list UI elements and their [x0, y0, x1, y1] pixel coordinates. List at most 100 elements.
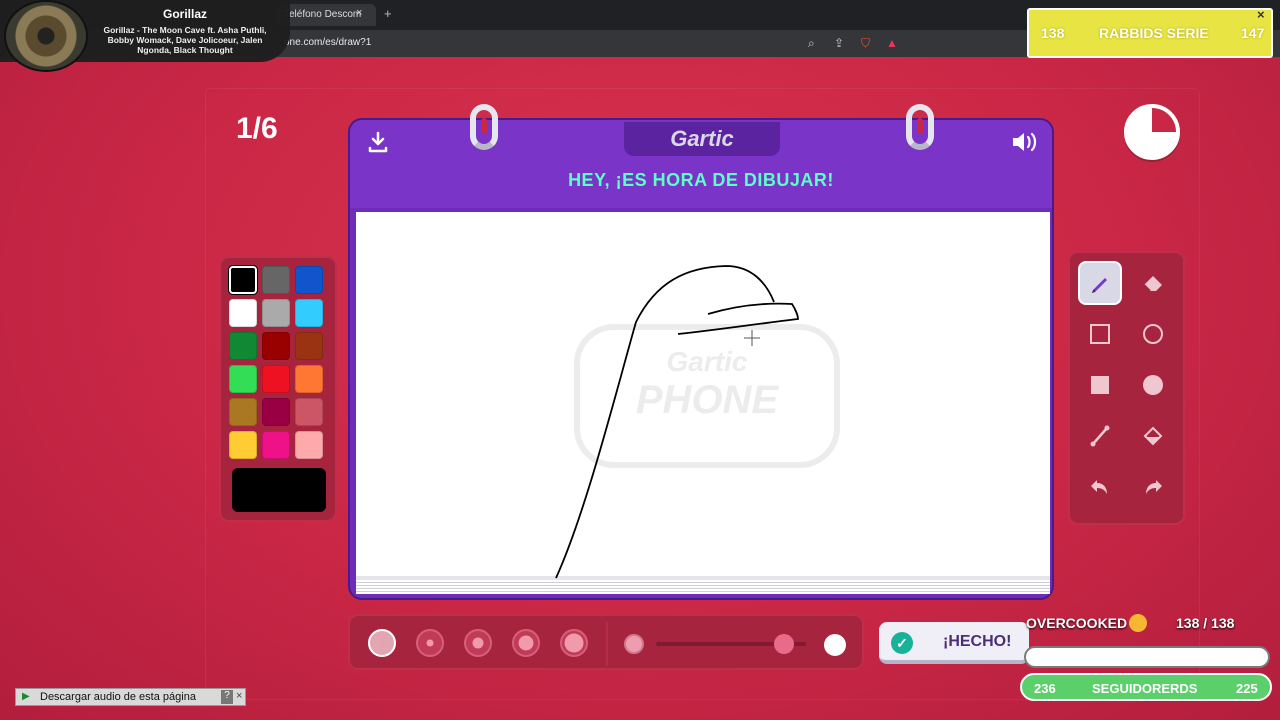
line-tool[interactable] [1078, 414, 1122, 458]
emoji-icon [1129, 614, 1147, 632]
drawing-notebook: Gartic HEY, ¡ES HORA DE DIBUJAR! Gartic … [348, 104, 1054, 600]
color-swatch[interactable] [295, 332, 323, 360]
redo-icon [1131, 475, 1175, 499]
color-swatch[interactable] [295, 398, 323, 426]
color-swatch[interactable] [262, 431, 290, 459]
color-swatch[interactable] [229, 365, 257, 393]
brush-size-dot [426, 639, 434, 647]
audio-download-label: Descargar audio de esta página [40, 691, 196, 703]
ellipse-outline-tool[interactable] [1131, 312, 1175, 356]
paint-bucket-icon [1131, 424, 1175, 448]
color-swatch[interactable] [229, 431, 257, 459]
round-counter: 1/6 [236, 112, 278, 145]
brush-settings-bar [348, 614, 864, 670]
tool-panel [1068, 251, 1185, 525]
zoom-icon[interactable]: ⌕ [808, 36, 815, 51]
brave-rewards-icon[interactable]: ▲ [886, 36, 898, 50]
close-icon[interactable]: × [236, 690, 242, 702]
bucket-tool[interactable] [1131, 414, 1175, 458]
now-playing-overlay: Gorillaz Gorillaz - The Moon Cave ft. As… [0, 0, 290, 72]
brush-size-option[interactable] [416, 629, 444, 657]
color-swatch[interactable] [262, 266, 290, 294]
color-swatch[interactable] [229, 266, 257, 294]
pen-tool[interactable] [1078, 261, 1122, 305]
brush-size-option[interactable] [512, 629, 540, 657]
circle-filled-icon [1131, 373, 1175, 397]
brush-size-dot [472, 637, 484, 649]
pencil-icon [1080, 273, 1120, 297]
followers-label: SEGUIDORERDS [1092, 681, 1198, 696]
opacity-slider-handle[interactable] [773, 634, 794, 654]
color-swatch[interactable] [262, 299, 290, 327]
brush-size-option[interactable] [560, 629, 588, 657]
notebook-pages [356, 580, 1050, 594]
brush-size-dot [518, 635, 534, 651]
color-swatch[interactable] [295, 299, 323, 327]
color-swatch[interactable] [229, 398, 257, 426]
stream-goal-count: 138 / 138 [1176, 615, 1235, 631]
draw-prompt-banner: HEY, ¡ES HORA DE DIBUJAR! [568, 170, 834, 190]
redo-tool[interactable] [1131, 465, 1175, 509]
now-playing-track: Gorillaz - The Moon Cave ft. Asha Puthli… [103, 25, 267, 55]
color-swatch[interactable] [295, 266, 323, 294]
share-icon[interactable]: ⇪ [834, 36, 844, 50]
circle-outline-icon [1131, 322, 1175, 346]
timer-icon [1124, 104, 1180, 160]
sub-goal-target: 147 [1241, 25, 1265, 41]
url-text[interactable]: one.com/es/draw?1 [284, 37, 371, 48]
color-swatch[interactable] [295, 431, 323, 459]
sub-goal-label: RABBIDS SERIE [1099, 25, 1209, 41]
undo-tool[interactable] [1078, 465, 1122, 509]
brush-size-dot [564, 633, 584, 653]
square-filled-icon [1078, 373, 1122, 397]
drawing-canvas[interactable]: Gartic PHONE [356, 212, 1050, 582]
brush-size-option[interactable] [464, 629, 492, 657]
help-icon[interactable]: ? [221, 690, 233, 704]
done-button-label: ¡HECHO! [943, 633, 1012, 650]
line-icon [1078, 424, 1122, 448]
ellipse-fill-tool[interactable] [1131, 363, 1175, 407]
color-swatch[interactable] [229, 332, 257, 360]
checkmark-icon: ✓ [891, 632, 913, 654]
brush-size-dot [380, 641, 384, 645]
audio-download-bar[interactable]: ▶ Descargar audio de esta página ? × [15, 688, 246, 706]
binder-ring [906, 104, 934, 150]
new-tab-icon[interactable]: + [384, 6, 392, 21]
followers-target: 225 [1236, 681, 1258, 696]
color-palette [219, 256, 337, 522]
brush-size-option[interactable] [368, 629, 396, 657]
user-drawing [555, 265, 799, 579]
color-swatch[interactable] [262, 332, 290, 360]
stream-goal-progress [1024, 646, 1270, 668]
opacity-max-icon [824, 634, 846, 656]
close-icon[interactable]: × [1257, 7, 1265, 22]
binder-ring [470, 104, 498, 150]
followers-current: 236 [1034, 681, 1056, 696]
undo-icon [1078, 475, 1122, 499]
gartic-logo: Gartic [624, 122, 780, 156]
done-button[interactable]: ✓ ¡HECHO! [879, 622, 1029, 664]
opacity-min-icon [624, 634, 644, 654]
color-swatch[interactable] [229, 299, 257, 327]
now-playing-artist: Gorillaz [162, 7, 207, 21]
divider [606, 622, 608, 666]
eraser-icon [1131, 271, 1175, 295]
download-icon[interactable] [366, 130, 390, 160]
color-swatch[interactable] [262, 398, 290, 426]
rectangle-outline-tool[interactable] [1078, 312, 1122, 356]
color-swatch[interactable] [295, 365, 323, 393]
tab-close-icon[interactable]: × [356, 7, 362, 19]
current-color-preview [232, 468, 326, 512]
brave-shield-icon[interactable]: ⛉ [861, 36, 870, 51]
album-art [4, 0, 88, 72]
square-outline-icon [1078, 322, 1122, 346]
play-icon: ▶ [22, 691, 30, 702]
sub-goal-current: 138 [1041, 25, 1065, 41]
eraser-tool[interactable] [1131, 261, 1175, 305]
stream-goal-title: OVERCOOKED [1026, 615, 1128, 631]
sub-goal-widget: 138 RABBIDS SERIE 147 × [1027, 7, 1273, 58]
color-swatch[interactable] [262, 365, 290, 393]
speaker-icon[interactable] [1010, 130, 1040, 160]
rectangle-fill-tool[interactable] [1078, 363, 1122, 407]
followers-goal-widget: 236 SEGUIDORERDS 225 [1020, 673, 1272, 701]
